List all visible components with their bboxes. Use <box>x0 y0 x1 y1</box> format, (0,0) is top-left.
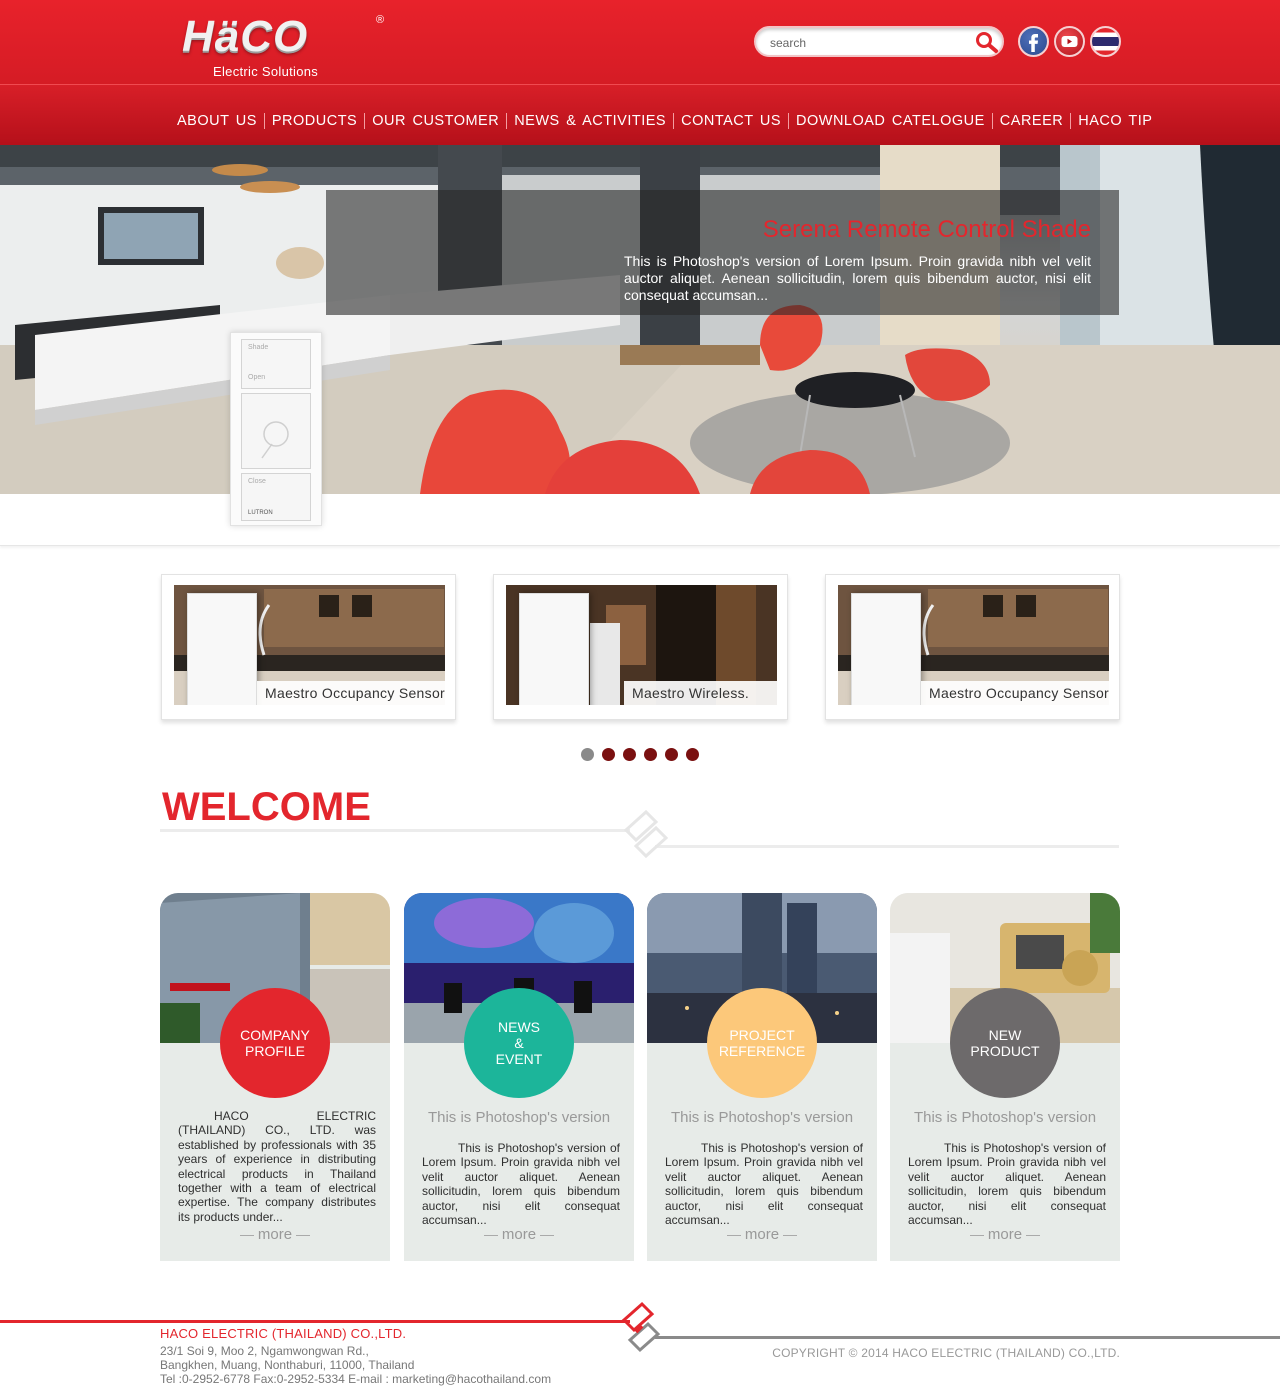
lutron-switch-plate: Shade Open Close LUTRON <box>230 332 322 526</box>
product-label-box: Maestro Occupancy Sensor <box>921 681 1109 705</box>
nav-about-us[interactable]: ABOUT US <box>170 112 264 130</box>
facebook-icon <box>1029 34 1038 52</box>
logo-tagline: Electric Solutions <box>213 64 319 79</box>
card-description: This is Photoshop's version of Lorem Ips… <box>422 1141 620 1228</box>
more-link[interactable]: more <box>160 1226 390 1243</box>
dimmer-switch <box>851 593 921 705</box>
search-icon <box>976 32 998 53</box>
slider-dot[interactable] <box>644 748 657 761</box>
info-card-new-product[interactable]: NEW PRODUCT This is Photoshop's version … <box>890 893 1120 1261</box>
switch-label-open: Open <box>248 374 266 381</box>
badge-label: PROJECT REFERENCE <box>718 1027 806 1059</box>
switch-panel-shade: Shade Open <box>241 339 311 389</box>
badge-label: COMPANY PROFILE <box>240 1027 310 1059</box>
hero-banner[interactable]: Serena Remote Control Shade This is Phot… <box>0 145 1280 494</box>
hero-caption: Serena Remote Control Shade This is Phot… <box>326 190 1119 315</box>
footer-contact-line: Tel :0-2952-6778 Fax:0-2952-5334 E-mail … <box>160 1372 552 1386</box>
nav-news-activities[interactable]: NEWS & ACTIVITIES <box>507 112 673 130</box>
welcome-divider-right <box>655 845 1119 848</box>
product-card[interactable]: Maestro Occupancy Sensor <box>825 574 1120 720</box>
product-image: Maestro Occupancy Sensor <box>838 585 1109 705</box>
product-label: Maestro Occupancy Sensor <box>929 685 1109 701</box>
welcome-heading: WELCOME <box>162 785 371 829</box>
card-title: This is Photoshop's version <box>670 1109 854 1126</box>
remote-signal-icon <box>261 421 289 459</box>
nav-haco-tip[interactable]: HACO TIP <box>1071 112 1159 130</box>
project-reference-badge[interactable]: PROJECT REFERENCE <box>707 988 817 1098</box>
more-link[interactable]: more <box>890 1226 1120 1243</box>
main-nav: ABOUT US PRODUCTS OUR CUSTOMER NEWS & AC… <box>170 112 1159 130</box>
slider-dot[interactable] <box>602 748 615 761</box>
product-card[interactable]: Maestro Wireless. <box>493 574 788 720</box>
wireless-dimmer-switch <box>519 593 589 705</box>
footer-divider-gray <box>655 1336 1280 1339</box>
product-image: Maestro Occupancy Sensor <box>174 585 445 705</box>
nav-products[interactable]: PRODUCTS <box>265 112 364 130</box>
plug-connector-icon <box>621 1301 661 1353</box>
info-card-news-event[interactable]: NEWS & EVENT This is Photoshop's version… <box>404 893 634 1261</box>
switch-label-close: Close <box>248 478 266 485</box>
card-description: This is Photoshop's version of Lorem Ips… <box>665 1141 863 1228</box>
info-card-project-reference[interactable]: PROJECT REFERENCE This is Photoshop's ve… <box>647 893 877 1261</box>
search-input[interactable] <box>770 34 960 52</box>
nav-contact-us[interactable]: CONTACT US <box>674 112 788 130</box>
haco-logo[interactable]: HäCO ® Electric Solutions <box>182 14 392 84</box>
footer-address-line: Bangkhen, Muang, Nonthaburi, 11000, Thai… <box>160 1358 415 1372</box>
product-label-box: Maestro Wireless. <box>624 681 777 705</box>
switch-label-shade: Shade <box>248 344 269 351</box>
registered-mark: ® <box>376 14 385 26</box>
new-product-badge[interactable]: NEW PRODUCT <box>950 988 1060 1098</box>
facebook-link[interactable] <box>1018 26 1049 57</box>
slider-dot[interactable] <box>581 748 594 761</box>
card-description: This is Photoshop's version of Lorem Ips… <box>908 1141 1106 1228</box>
search-button[interactable] <box>974 30 1000 54</box>
news-event-badge[interactable]: NEWS & EVENT <box>464 988 574 1098</box>
nav-download-catalogue[interactable]: DOWNLOAD CATELOGUE <box>789 112 992 130</box>
footer-divider-red <box>0 1320 630 1323</box>
product-label: Maestro Occupancy Sensor <box>265 685 445 701</box>
product-label: Maestro Wireless. <box>632 685 750 701</box>
footer-address: 23/1 Soi 9, Moo 2, Ngamwongwan Rd., Bang… <box>160 1344 551 1386</box>
site-header: HäCO ® Electric Solutions ABOUT US <box>0 0 1280 145</box>
card-description: HACO ELECTRIC (THAILAND) CO., LTD. was e… <box>178 1109 376 1224</box>
hero-title: Serena Remote Control Shade <box>762 216 1091 243</box>
badge-label: NEW PRODUCT <box>970 1027 1040 1059</box>
nav-our-customer[interactable]: OUR CUSTOMER <box>365 112 506 130</box>
nav-career[interactable]: CAREER <box>993 112 1070 130</box>
hero-bottom-strip <box>0 494 1280 546</box>
product-image: Maestro Wireless. <box>506 585 777 705</box>
switch-panel-remote <box>241 393 311 469</box>
slider-dot[interactable] <box>665 748 678 761</box>
footer-address-line: 23/1 Soi 9, Moo 2, Ngamwongwan Rd., <box>160 1344 369 1358</box>
thailand-flag-icon <box>1092 28 1119 55</box>
thai-language-link[interactable] <box>1090 26 1121 57</box>
card-title: This is Photoshop's version <box>427 1109 611 1126</box>
logo-wordmark: HäCO <box>182 12 309 61</box>
slider-dot[interactable] <box>686 748 699 761</box>
more-link[interactable]: more <box>404 1226 634 1243</box>
welcome-divider-left <box>160 829 630 832</box>
footer-copyright: COPYRIGHT © 2014 HACO ELECTRIC (THAILAND… <box>772 1346 1120 1360</box>
more-link[interactable]: more <box>647 1226 877 1243</box>
slider-dot[interactable] <box>623 748 636 761</box>
company-profile-badge[interactable]: COMPANY PROFILE <box>220 988 330 1098</box>
plug-connector-icon <box>623 809 669 859</box>
switch-panel-close: Close LUTRON <box>241 473 311 521</box>
card-title: This is Photoshop's version <box>913 1109 1097 1126</box>
product-card[interactable]: Maestro Occupancy Sensor <box>161 574 456 720</box>
footer-company-name: HACO ELECTRIC (THAILAND) CO.,LTD. <box>160 1326 407 1341</box>
dimmer-switch <box>187 593 257 705</box>
slider-pagination <box>581 748 699 762</box>
hero-description: This is Photoshop's version of Lorem Ips… <box>624 253 1091 303</box>
info-card-company-profile[interactable]: COMPANY PROFILE HACO ELECTRIC (THAILAND)… <box>160 893 390 1261</box>
badge-label: NEWS & EVENT <box>495 1019 543 1067</box>
search-box <box>754 26 1004 57</box>
product-label-box: Maestro Occupancy Sensor <box>257 681 445 705</box>
switch-brand: LUTRON <box>248 510 273 516</box>
youtube-link[interactable] <box>1054 26 1085 57</box>
youtube-icon <box>1061 36 1078 47</box>
